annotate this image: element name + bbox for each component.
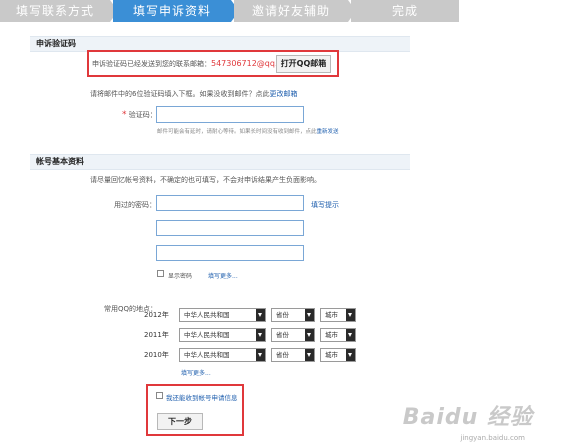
- year-label: 2011年: [144, 331, 169, 339]
- chevron-down-icon: [346, 349, 355, 361]
- resend-link[interactable]: 重新发送: [317, 129, 339, 135]
- section-title: 申诉验证码: [36, 39, 76, 48]
- province-select[interactable]: 省份: [271, 308, 315, 322]
- old-password-input-2[interactable]: [156, 220, 304, 236]
- appeal-form-page: 填写联系方式 填写申诉资料 邀请好友辅助 完成 申诉验证码 申诉验证码已经发送到…: [0, 0, 561, 443]
- change-email-link[interactable]: 更改邮箱: [269, 90, 297, 98]
- next-step-button[interactable]: 下一步: [157, 413, 203, 430]
- baidu-jingyan-logo: Baidu 经验: [402, 405, 533, 430]
- show-password-checkbox[interactable]: [157, 270, 164, 277]
- country-select[interactable]: 中华人民共和国: [179, 308, 266, 322]
- fill-tip-link[interactable]: 填写提示: [311, 200, 339, 210]
- code-hint: 邮件可能会有延时，请耐心等待。如果长时间没有收到邮件，点此重新发送: [157, 129, 339, 135]
- chevron-down-icon: [346, 309, 355, 321]
- province-select[interactable]: 省份: [271, 348, 315, 362]
- show-password-label: 显示密码: [168, 273, 193, 280]
- old-password-input-3[interactable]: [156, 245, 304, 261]
- step-invite-friends: 邀请好友辅助: [234, 0, 348, 22]
- receive-info-label: 我还能收到帐号申请信息: [166, 394, 238, 402]
- receive-info-checkbox[interactable]: [156, 392, 163, 399]
- old-password-input-1[interactable]: [156, 195, 304, 211]
- year-label: 2010年: [144, 351, 169, 359]
- verification-code-input[interactable]: [156, 106, 304, 123]
- code-label: * 验证码：: [122, 110, 157, 120]
- required-mark: *: [122, 110, 127, 120]
- chevron-down-icon: [305, 309, 314, 321]
- year-label: 2012年: [144, 311, 169, 319]
- code-instruction: 请将邮件中的6位验证码填入下框。如果没收到邮件？点此更改邮箱: [90, 90, 298, 98]
- city-select[interactable]: 城市: [320, 348, 356, 362]
- section-header-account-info: 帐号基本资料: [30, 154, 410, 170]
- sent-notice: 申诉验证码已经发送到您的联系邮箱：547306712@qq.com: [92, 59, 295, 68]
- chevron-down-icon: [256, 329, 265, 341]
- section-title: 帐号基本资料: [36, 157, 84, 166]
- province-select[interactable]: 省份: [271, 328, 315, 342]
- step-appeal-info-active: 填写申诉资料: [113, 0, 231, 22]
- open-qq-mail-button[interactable]: 打开QQ邮箱: [276, 55, 331, 73]
- city-select[interactable]: 城市: [320, 328, 356, 342]
- step-contact-info: 填写联系方式: [0, 0, 110, 22]
- fill-more-locations-link[interactable]: 填写更多...: [181, 368, 211, 377]
- watermark-url: jingyan.baidu.com: [460, 434, 525, 442]
- chevron-down-icon: [305, 329, 314, 341]
- chevron-down-icon: [256, 309, 265, 321]
- chevron-down-icon: [346, 329, 355, 341]
- chevron-down-icon: [256, 349, 265, 361]
- old-password-label: 用过的密码：: [114, 201, 156, 209]
- progress-steps: 填写联系方式 填写申诉资料 邀请好友辅助 完成: [0, 0, 561, 24]
- step-complete: 完成: [351, 0, 459, 22]
- city-select[interactable]: 城市: [320, 308, 356, 322]
- chevron-down-icon: [305, 349, 314, 361]
- account-intro: 请尽量回忆帐号资料，不确定的也可填写，不会对申诉结果产生负面影响。: [90, 176, 321, 184]
- country-select[interactable]: 中华人民共和国: [179, 328, 266, 342]
- country-select[interactable]: 中华人民共和国: [179, 348, 266, 362]
- fill-more-link[interactable]: 填写更多...: [208, 271, 238, 280]
